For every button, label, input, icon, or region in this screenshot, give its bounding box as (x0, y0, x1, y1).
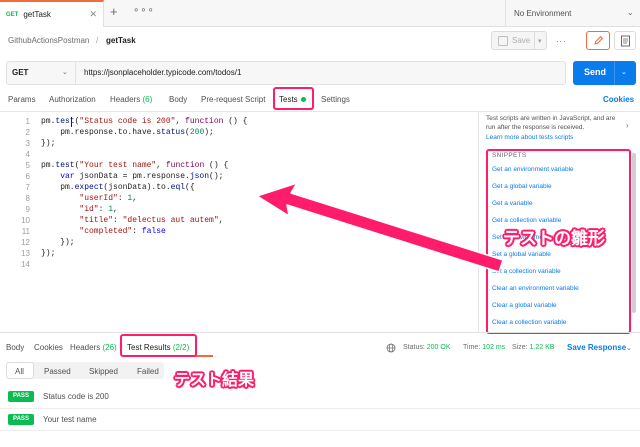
size-label: Size: (512, 344, 528, 351)
chevron-down-icon[interactable]: ⌄ (62, 68, 68, 76)
filter-skipped[interactable]: Skipped (89, 367, 118, 376)
tab-prerequest-script[interactable]: Pre-request Script (201, 95, 265, 104)
documentation-button[interactable] (614, 31, 636, 50)
request-tab-title: getTask (23, 10, 51, 19)
cookies-link[interactable]: Cookies (603, 95, 634, 104)
code-line: var jsonData = pm.response.json(); (60, 172, 224, 181)
more-tabs-icon[interactable]: ∘∘∘ (133, 5, 155, 16)
divider (0, 430, 640, 431)
code-line: "userId": 1, (79, 194, 138, 203)
text-cursor (71, 117, 72, 127)
method-select[interactable]: GET (12, 68, 28, 77)
test-name: Your test name (43, 415, 97, 424)
response-tab-headers-count: (26) (102, 343, 117, 352)
time-value: 102 ms (482, 344, 506, 351)
document-icon (621, 35, 630, 47)
learn-more-link[interactable]: Learn more about tests scripts (486, 134, 573, 141)
code-line: }); (41, 238, 75, 247)
breadcrumb-separator: / (96, 36, 99, 45)
divider (75, 62, 76, 84)
divider (0, 408, 640, 409)
filter-all[interactable]: All (15, 367, 24, 376)
environment-select[interactable]: No Environment (514, 9, 571, 18)
code-line: pm.expect(jsonData).to.eql({ (41, 183, 195, 192)
pass-badge: PASS (8, 414, 34, 425)
close-tab-icon[interactable]: ✕ (89, 9, 97, 20)
pencil-icon (594, 35, 604, 45)
chevron-right-icon[interactable]: › (626, 121, 629, 130)
code-line: }); (41, 249, 56, 258)
new-tab-button[interactable]: + (110, 4, 118, 19)
snippets-scrollbar[interactable] (632, 153, 636, 313)
tab-authorization[interactable]: Authorization (49, 95, 96, 104)
send-button-label[interactable]: Send (584, 67, 606, 77)
url-input[interactable]: https://jsonplaceholder.typicode.com/tod… (84, 68, 241, 77)
request-tab-gettask[interactable]: GET getTask ✕ (0, 0, 104, 27)
response-tab-headers[interactable]: Headers (26) (70, 343, 117, 352)
snippets-info-text: Test scripts are written in JavaScript, … (486, 115, 616, 131)
tab-params[interactable]: Params (8, 95, 36, 104)
edit-button[interactable] (586, 31, 610, 50)
tab-headers-label: Headers (110, 95, 141, 104)
more-actions-icon[interactable]: ∙∙∙ (556, 36, 567, 46)
pass-badge: PASS (8, 391, 34, 402)
test-results-highlight-box (120, 334, 197, 357)
tab-body[interactable]: Body (169, 95, 187, 104)
size-value: 1.22 KB (529, 344, 555, 351)
code-line: pm.test("Your test name", function () { (41, 161, 229, 170)
save-icon (498, 36, 508, 46)
breadcrumb-request[interactable]: getTask (106, 36, 136, 45)
breadcrumb-collection[interactable]: GithubActionsPostman (8, 36, 89, 45)
tab-headers-count: (6) (142, 95, 153, 104)
status-value: 200 OK (426, 344, 451, 351)
code-line: "completed": false (79, 227, 166, 236)
code-line: }); (41, 139, 56, 148)
snippets-annotation-label: テストの雛形 (503, 229, 605, 249)
chevron-down-icon[interactable]: ⌄ (626, 344, 632, 352)
chevron-down-icon[interactable]: ▾ (538, 37, 542, 45)
request-tab-method: GET (6, 11, 19, 18)
filter-failed[interactable]: Failed (137, 367, 159, 376)
response-tab-body[interactable]: Body (6, 343, 24, 352)
divider (505, 0, 506, 27)
results-annotation-label: テスト結果 (174, 370, 255, 389)
tab-settings[interactable]: Settings (321, 95, 350, 104)
time-label: Time: (463, 344, 481, 351)
response-status: Status: 200 OK (403, 344, 451, 351)
chevron-down-icon[interactable]: ⌄ (627, 8, 634, 17)
save-response-button[interactable]: Save Response (567, 343, 626, 352)
tab-headers[interactable]: Headers (6) (110, 95, 152, 104)
globe-icon (386, 343, 396, 353)
response-size: Size: 1.22 KB (512, 344, 554, 351)
code-line: pm.response.to.have.status(200); (41, 128, 214, 137)
save-button[interactable]: Save ▾ (491, 31, 547, 50)
save-button-label: Save (512, 36, 531, 45)
divider (534, 32, 535, 49)
filter-passed[interactable]: Passed (44, 367, 71, 376)
status-label: Status: (403, 344, 425, 351)
code-line: "title": "delectus aut autem", (79, 216, 224, 225)
annotation-arrow (256, 182, 504, 273)
chevron-down-icon[interactable]: ⌄ (621, 68, 627, 76)
test-name: Status code is 200 (43, 392, 109, 401)
response-tab-cookies[interactable]: Cookies (34, 343, 63, 352)
response-tab-headers-label: Headers (70, 343, 101, 352)
code-line: "id": 1, (79, 205, 118, 214)
response-time: Time: 102 ms (463, 344, 505, 351)
divider (614, 61, 615, 85)
divider (0, 332, 640, 333)
tests-tab-highlight-box (273, 87, 314, 110)
